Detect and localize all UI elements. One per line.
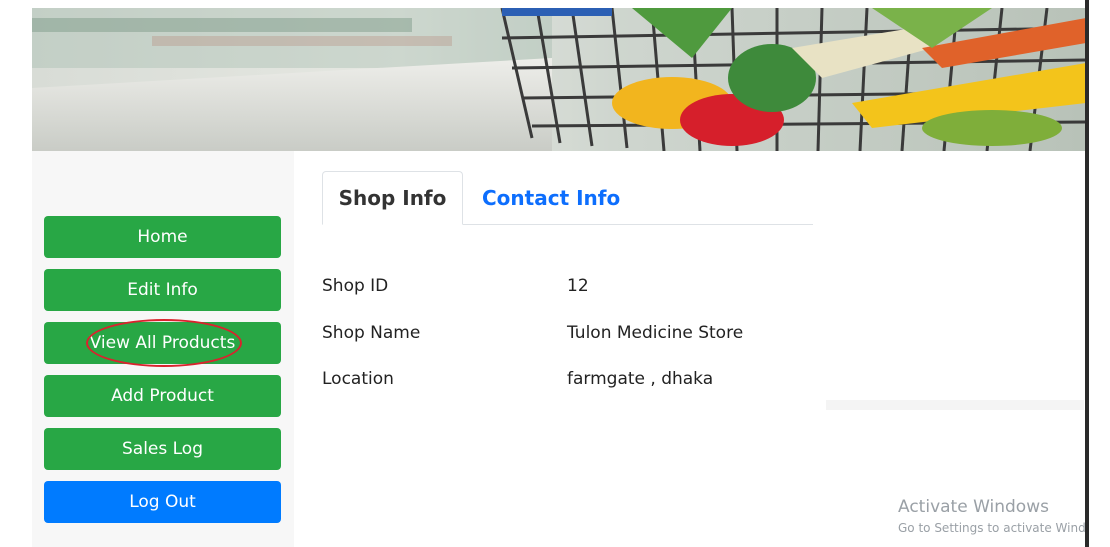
logout-button[interactable]: Log Out [44, 481, 281, 523]
tab-shop-info[interactable]: Shop Info [322, 171, 463, 225]
left-gutter [0, 0, 32, 547]
nav-add-product-button[interactable]: Add Product [44, 375, 281, 417]
nav-edit-info-label: Edit Info [127, 280, 198, 300]
tab-contact-info-label: Contact Info [482, 185, 621, 210]
tab-contact-info[interactable]: Contact Info [482, 171, 620, 224]
banner-image [32, 8, 1086, 151]
tab-bar: Shop Info Contact Info [322, 171, 813, 225]
nav-home-button[interactable]: Home [44, 216, 281, 258]
divider [826, 400, 1084, 410]
grocery-basket-image [32, 8, 1086, 151]
location-value: farmgate , dhaka [567, 369, 714, 389]
app-frame: Home Edit Info View All Products Add Pro… [0, 0, 1110, 547]
nav-edit-info-button[interactable]: Edit Info [44, 269, 281, 311]
shop-name-label: Shop Name [322, 323, 421, 343]
nav-add-product-label: Add Product [111, 386, 214, 406]
sidebar: Home Edit Info View All Products Add Pro… [32, 151, 294, 547]
watermark-title: Activate Windows [898, 497, 1049, 517]
shop-name-value: Tulon Medicine Store [567, 323, 744, 343]
tab-shop-info-label: Shop Info [338, 186, 447, 210]
shop-id-label: Shop ID [322, 276, 389, 296]
location-label: Location [322, 369, 394, 389]
nav-sales-log-label: Sales Log [121, 439, 203, 459]
nav-home-label: Home [137, 227, 188, 247]
windows-watermark: Activate Windows Go to Settings to activ… [898, 497, 1110, 535]
shop-id-value: 12 [567, 276, 589, 296]
nav-view-all-products-button[interactable]: View All Products [44, 322, 281, 364]
window-edge [1085, 0, 1110, 547]
main-content: Shop Info Contact Info Shop ID 12 Shop N… [294, 151, 1086, 547]
logout-label: Log Out [129, 492, 196, 512]
nav-sales-log-button[interactable]: Sales Log [44, 428, 281, 470]
watermark-subtitle: Go to Settings to activate Windows. [898, 521, 1110, 535]
nav-view-all-products-label: View All Products [89, 333, 236, 353]
